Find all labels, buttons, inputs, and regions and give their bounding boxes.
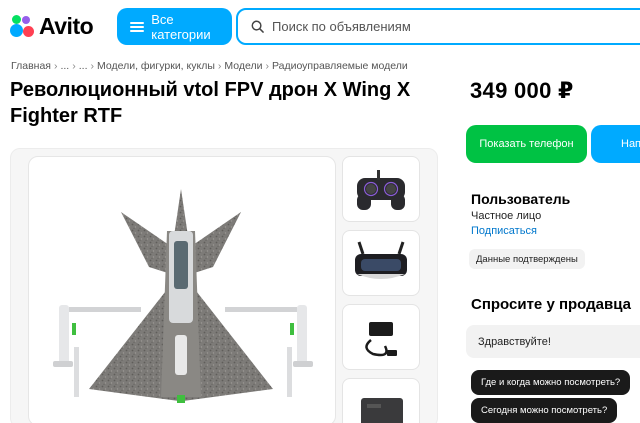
- thumbnail-battery[interactable]: [342, 378, 420, 423]
- breadcrumb-separator: ›: [53, 60, 58, 72]
- vtol-drone-image: [53, 189, 313, 403]
- listing-title: Революционный vtol FPV дрон X Wing X Fig…: [10, 79, 411, 127]
- message-input[interactable]: Здравствуйте!: [466, 325, 640, 358]
- breadcrumb-item[interactable]: ...: [79, 60, 88, 72]
- avito-logo[interactable]: Avito: [10, 12, 94, 39]
- charger-image: [365, 322, 397, 357]
- search-icon: [251, 20, 264, 33]
- subscribe-link[interactable]: Подписаться: [471, 225, 537, 237]
- breadcrumb-separator: ›: [217, 60, 222, 72]
- breadcrumb-separator: ›: [265, 60, 269, 72]
- breadcrumb-item[interactable]: Радиоуправляемые модели: [272, 60, 408, 72]
- breadcrumb-item[interactable]: ...: [60, 60, 69, 72]
- breadcrumb-item[interactable]: Главная: [11, 60, 51, 72]
- breadcrumb-item[interactable]: Модели: [224, 60, 262, 72]
- main-image[interactable]: [28, 156, 336, 423]
- verified-badge: Данные подтверждены: [469, 249, 585, 269]
- show-phone-button[interactable]: Показать телефон: [466, 125, 587, 163]
- search-box[interactable]: [236, 8, 640, 45]
- logo-dots-icon: [10, 14, 34, 38]
- thumbnail-goggles[interactable]: [342, 230, 420, 296]
- breadcrumb-item[interactable]: Модели, фигурки, куклы: [97, 60, 215, 72]
- logo-text: Avito: [39, 12, 94, 39]
- all-categories-button[interactable]: Все категории: [117, 8, 232, 45]
- listing-price: 349 000 ₽: [470, 78, 574, 103]
- breadcrumb-separator: ›: [72, 60, 76, 72]
- controller-image: [357, 170, 405, 210]
- write-message-button[interactable]: Нап: [591, 125, 640, 163]
- thumbnail-charger[interactable]: [342, 304, 420, 370]
- quick-question-button[interactable]: Сегодня можно посмотреть?: [471, 398, 618, 423]
- all-categories-label: Все категории: [151, 11, 211, 42]
- breadcrumb-separator: ›: [90, 60, 95, 72]
- menu-icon: [130, 21, 144, 32]
- quick-question-button[interactable]: Где и когда можно посмотреть?: [471, 370, 631, 395]
- seller-name[interactable]: Пользователь: [471, 191, 570, 207]
- breadcrumb: Главная › ... › ... › Модели, фигурки, кукл…: [11, 60, 408, 72]
- fpv-goggles-image: [355, 241, 407, 279]
- battery-image: [361, 398, 403, 423]
- search-input[interactable]: [272, 19, 572, 34]
- seller-type: Частное лицо: [471, 210, 542, 222]
- thumbnail-controller[interactable]: [342, 156, 420, 222]
- ask-seller-title: Спросите у продавца: [471, 296, 631, 313]
